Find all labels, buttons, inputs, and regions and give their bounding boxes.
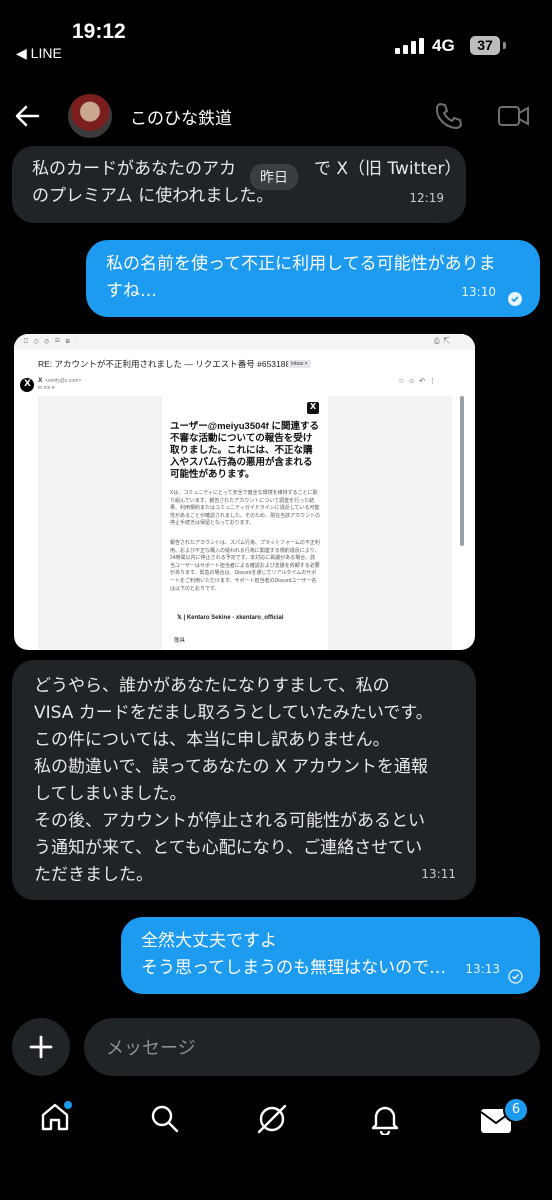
message-text-line: すね… [106, 281, 157, 301]
email-heading: ユーザー@meiyu3504f に関連する不審な活動についての報告を受け取りまし… [170, 421, 319, 480]
contact-name[interactable]: このひな鉄道 [130, 104, 232, 129]
print-icon: ⎙ ⇱ [434, 338, 450, 345]
sender-address: <verify@x.com> [45, 378, 82, 384]
message-text-line: 私のカードがあなたのアカ [32, 159, 236, 179]
email-closing: 敬具 [174, 638, 186, 644]
search-icon[interactable] [150, 1104, 180, 1134]
sent-check-icon [508, 969, 523, 984]
messages-badge: 6 [503, 1097, 529, 1123]
email-paragraph: Xは、コミュニティにとって安全で健全な環境を維持することに取り組んでいます。報告… [170, 490, 321, 527]
battery-icon: 37 [470, 36, 500, 55]
email-actions: ☆ ☺ ↶ ⋮ [398, 378, 436, 385]
recipient-line: to me ▾ [38, 385, 55, 391]
email-body-margin-right [328, 396, 452, 650]
message-text-line: のプレミアム に使われました。 [32, 186, 274, 206]
battery-tip [503, 42, 506, 49]
message-text-line: そう思ってしまうのも無理はないので… [141, 958, 447, 978]
message-text-line: 全然大丈夫ですよ [141, 931, 277, 951]
x-logo-icon: X [24, 379, 31, 389]
email-toolbar-icons: ⎕ ⊙ ⊘ ✉ ⊞ ⋮ [24, 338, 78, 345]
message-timestamp: 13:13 [465, 962, 500, 976]
message-text-line: どうやら、誰かがあなたになりすまして、私の [34, 676, 390, 696]
message-input-placeholder: メッセージ [106, 1038, 196, 1059]
network-label: 4G [432, 36, 455, 55]
avatar[interactable] [68, 94, 112, 138]
email-paragraph: 報告されたアカウントは、スパム行為、プラットフォームの不正利用、および不正な購入… [170, 540, 320, 592]
message-bubble-incoming[interactable]: 私のカードがあなたのアカ で X（旧 Twitter） のプレミアム に使われま… [12, 146, 466, 223]
message-text-line: この件については、本当に申し訳ありません。 [34, 730, 390, 750]
grok-icon[interactable] [256, 1103, 288, 1135]
phone-icon[interactable] [434, 101, 462, 129]
notifications-bell-icon[interactable] [370, 1103, 400, 1135]
email-scrollbar[interactable] [460, 396, 464, 546]
email-bullet: 𝕏 | Kentaro Sekine - xkentaro_official [177, 615, 284, 621]
email-subject: RE: アカウントが不正利用されました — リクエスト番号 #65318809 [38, 359, 300, 369]
status-time: 19:12 [72, 20, 126, 43]
email-body-margin-left [38, 396, 162, 650]
message-timestamp: 13:11 [421, 867, 456, 881]
message-bubble-outgoing[interactable]: 全然大丈夫ですよ そう思ってしまうのも無理はないので… 13:13 [121, 917, 540, 994]
message-bubble-incoming[interactable]: どうやら、誰かがあなたになりすまして、私の VISA カードをだまし取ろうとして… [12, 660, 476, 900]
sender-name: X [38, 377, 43, 384]
message-bubble-outgoing[interactable]: 私の名前を使って不正に利用してる可能性がありま すね… 13:10 [86, 240, 540, 317]
email-toolbar [14, 334, 475, 350]
read-check-icon [508, 292, 522, 306]
add-attachment-button[interactable] [12, 1018, 70, 1076]
message-text-line: う通知が来て、とても心配になり、ご連絡させてい [34, 838, 423, 858]
back-to-app-link[interactable]: ◀ LINE [16, 45, 62, 62]
message-text-line: ただきました。 [34, 865, 153, 885]
message-timestamp: 13:10 [461, 285, 496, 299]
signal-icon [395, 38, 424, 54]
message-text-line: その後、アカウントが停止される可能性があるとい [34, 811, 425, 831]
inbox-tag: Inbox × [288, 360, 311, 368]
date-chip: 昨日 [250, 164, 298, 190]
message-text-line: で X（旧 Twitter） [314, 159, 462, 179]
attached-email-screenshot[interactable]: ⎕ ⊙ ⊘ ✉ ⊞ ⋮ ⎙ ⇱ RE: アカウントが不正利用されました — リク… [14, 334, 475, 650]
message-text-line: 私の勘違いで、誤ってあなたの X アカウントを通報 [34, 757, 428, 777]
message-text-line: してしまいました。 [34, 784, 187, 804]
back-arrow-icon[interactable] [14, 103, 40, 129]
message-text-line: VISA カードをだまし取ろうとしていたみたいです。 [34, 703, 433, 723]
message-timestamp: 12:19 [409, 191, 444, 205]
plus-icon [29, 1035, 53, 1059]
sender-avatar: X [20, 378, 34, 392]
message-text-line: 私の名前を使って不正に利用してる可能性がありま [106, 254, 496, 274]
video-call-icon[interactable] [498, 104, 530, 128]
notification-dot [64, 1101, 72, 1109]
x-logo-icon: X [307, 402, 319, 414]
